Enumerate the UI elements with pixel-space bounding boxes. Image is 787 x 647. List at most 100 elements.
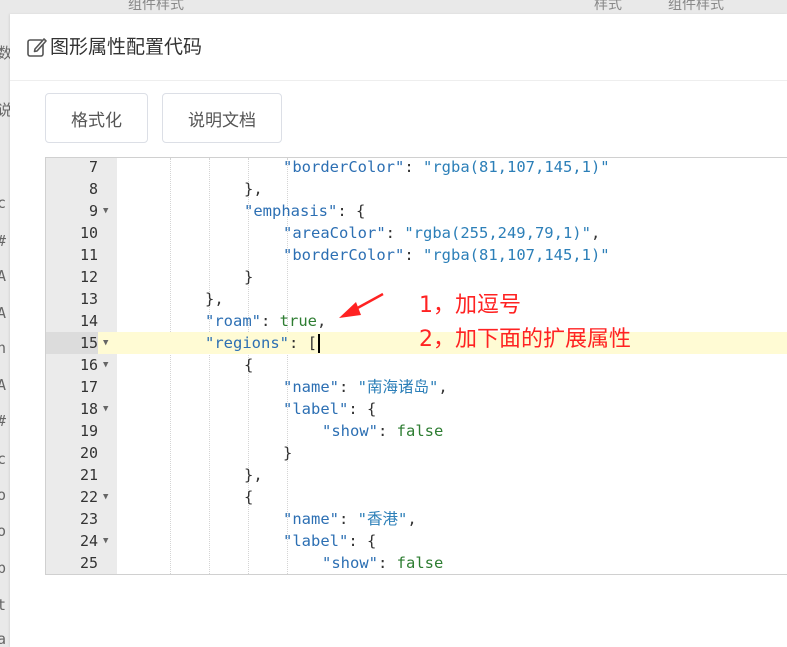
code-line: 20} (46, 442, 787, 464)
code-line: 8}, (46, 178, 787, 200)
edit-icon (27, 38, 47, 57)
code-line: 25 "show": false (46, 552, 787, 574)
code-line: 13}, (46, 288, 787, 310)
background-sidebar-char: o (0, 486, 7, 504)
code-token: { (244, 356, 254, 374)
code-token: "rgba(255,249,79,1)" (404, 224, 591, 242)
code-line: 15 ▼ "regions": [ (46, 332, 787, 354)
background-toolbar: 组件样式 样式 组件样式 (0, 0, 787, 14)
line-number: 22 (79, 488, 98, 506)
code-text: "name": "南海诸岛", (283, 376, 448, 398)
code-config-dialog: 图形属性配置代码 格式化 说明文档 7 "borderColor": "rgba(… (10, 14, 787, 647)
line-number: 18 (79, 400, 98, 418)
fold-arrow-icon[interactable]: ▼ (103, 530, 113, 552)
line-number: 25 (79, 554, 98, 572)
dialog-header: 图形属性配置代码 (10, 14, 787, 81)
line-number: 12 (79, 268, 98, 286)
code-text: "roam": true, (205, 310, 326, 332)
code-token: : { (348, 400, 377, 418)
code-token: : { (348, 532, 377, 550)
line-number: 17 (79, 378, 98, 396)
background-sidebar-char: 数 (0, 44, 10, 62)
code-line: 10 "areaColor": "rgba(255,249,79,1)", (46, 222, 787, 244)
code-text: } (244, 266, 253, 288)
code-text: "label": { (283, 530, 376, 552)
text-cursor (318, 334, 320, 353)
code-token: "show" (322, 422, 378, 440)
code-token: } (244, 268, 254, 286)
background-sidebar-char: # (0, 412, 6, 430)
background-sidebar-char: # (0, 232, 6, 250)
code-text: } (283, 442, 292, 464)
code-token: "borderColor" (283, 158, 405, 176)
format-button[interactable]: 格式化 (45, 93, 148, 143)
line-number: 20 (79, 444, 98, 462)
line-number: 8 (88, 180, 98, 198)
annotation-step-2: 2，加下面的扩展属性 (419, 327, 631, 352)
code-token: : (378, 554, 397, 572)
fold-arrow-icon[interactable]: ▼ (103, 332, 113, 354)
code-token: , (438, 378, 448, 396)
line-number: 16 (79, 356, 98, 374)
background-sidebar-char: c (0, 194, 7, 212)
code-line: 18 ▼ "label": { (46, 398, 787, 420)
fold-arrow-icon[interactable]: ▼ (103, 486, 113, 508)
code-token: "香港" (357, 510, 408, 528)
line-number: 13 (79, 290, 98, 308)
line-number: 19 (79, 422, 98, 440)
background-sidebar-char: A (0, 376, 7, 394)
line-number: 24 (79, 532, 98, 550)
code-token: "show" (322, 554, 378, 572)
code-token: "borderColor" (283, 246, 405, 264)
background-sidebar-char: o (0, 522, 7, 540)
background-sidebar: 数说c#AAnA#coopta (0, 14, 10, 647)
line-number: 15 (46, 332, 98, 354)
code-text: "areaColor": "rgba(255,249,79,1)", (283, 222, 600, 244)
line-number: 23 (79, 510, 98, 528)
background-sidebar-char: A (0, 304, 7, 322)
code-editor[interactable]: 7 "borderColor": "rgba(81,107,145,1)" 8}, 9… (45, 157, 787, 575)
background-sidebar-char: t (0, 596, 7, 614)
code-text: }, (244, 464, 263, 486)
code-token: : (404, 246, 423, 264)
code-token: } (283, 444, 293, 462)
code-line: 16 ▼ { (46, 354, 787, 376)
code-token: false (396, 422, 444, 440)
code-line: 14 "roam": true, (46, 310, 787, 332)
code-line: 22 ▼ { (46, 486, 787, 508)
code-token: { (244, 488, 254, 506)
fold-arrow-icon[interactable]: ▼ (103, 398, 113, 420)
line-number: 9 (88, 202, 98, 220)
code-token: : (385, 224, 405, 242)
background-sidebar-char: a (0, 630, 7, 647)
code-token: "南海诸岛" (357, 378, 439, 396)
background-tab-label: 样式 (594, 0, 622, 13)
code-token: : [ (289, 334, 317, 352)
docs-button[interactable]: 说明文档 (162, 93, 282, 143)
code-token: "areaColor" (283, 224, 386, 242)
line-number: 10 (79, 224, 98, 242)
background-sidebar-char: p (0, 559, 7, 577)
code-text: "regions": [ (205, 332, 320, 354)
code-token: : (339, 378, 358, 396)
code-line: 21}, (46, 464, 787, 486)
dialog-title: 图形属性配置代码 (50, 36, 203, 58)
code-text: "borderColor": "rgba(81,107,145,1)" (283, 244, 610, 266)
code-line: 7 "borderColor": "rgba(81,107,145,1)" (46, 158, 787, 178)
fold-arrow-icon[interactable]: ▼ (103, 200, 113, 222)
code-text: "borderColor": "rgba(81,107,145,1)" (283, 158, 610, 178)
code-token: "roam" (205, 312, 261, 330)
code-token: : (261, 312, 280, 330)
code-token: "regions" (205, 334, 289, 352)
code-token: , (590, 224, 601, 242)
code-line: 11 "borderColor": "rgba(81,107,145,1)" (46, 244, 787, 266)
code-line: 23 "name": "香港", (46, 508, 787, 530)
code-text: { (244, 354, 253, 376)
fold-arrow-icon[interactable]: ▼ (103, 354, 113, 376)
code-token: "emphasis" (244, 202, 338, 220)
code-line: 12} (46, 266, 787, 288)
code-text: }, (205, 288, 224, 310)
code-line: 17 "name": "南海诸岛", (46, 376, 787, 398)
code-token: "name" (283, 510, 339, 528)
code-token: , (407, 510, 417, 528)
